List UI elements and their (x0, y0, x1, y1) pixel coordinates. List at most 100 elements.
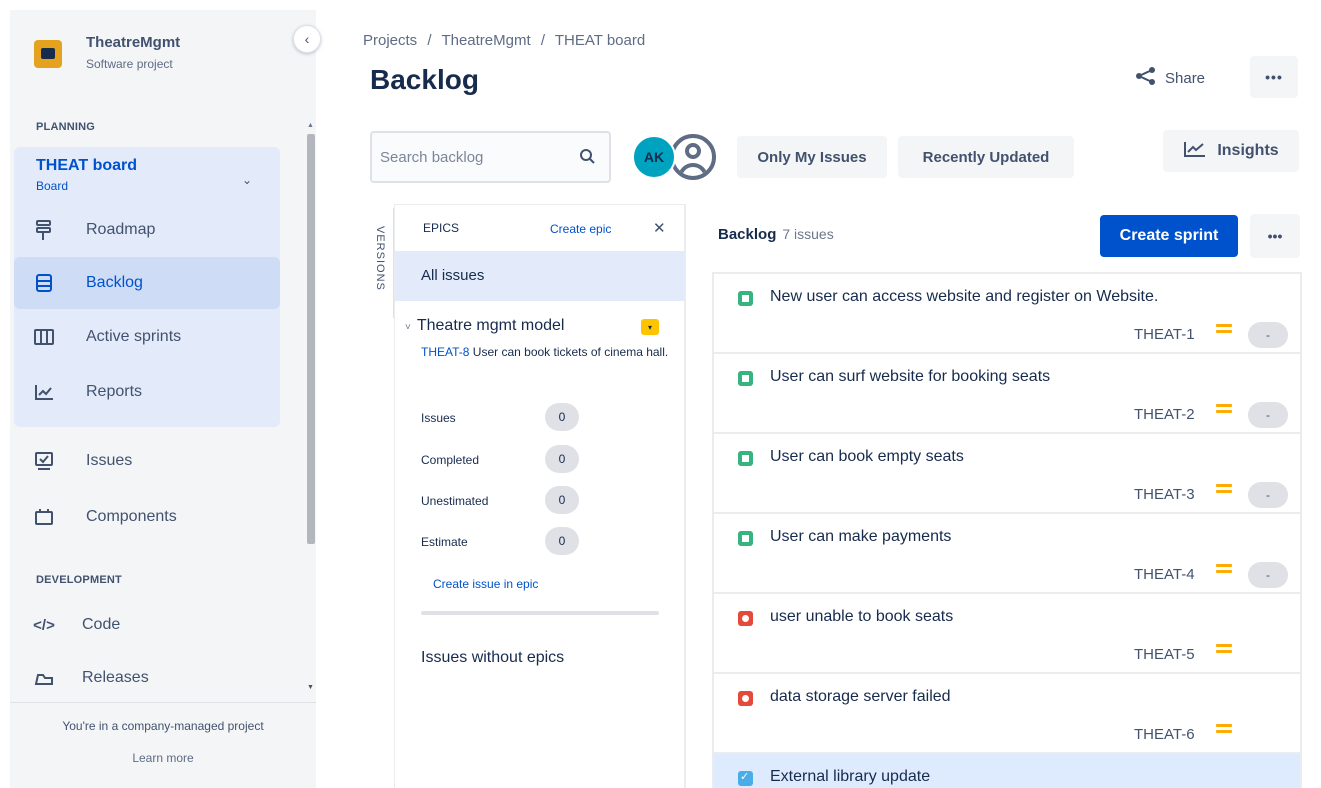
epic-name[interactable]: ˅ Theatre mgmt model (405, 317, 564, 335)
breadcrumb-separator: / (540, 32, 545, 49)
project-name: TheatreMgmt (86, 34, 181, 51)
create-sprint-button[interactable]: Create sprint (1100, 215, 1238, 257)
issue-key[interactable]: THEAT-6 (1134, 726, 1195, 743)
chevron-down-icon[interactable]: ⌄ (242, 173, 252, 187)
estimate-badge[interactable]: - (1248, 322, 1288, 348)
epic-color-icon[interactable]: ▾ (641, 319, 659, 335)
epic-stat-estimate: Estimate 0 (421, 527, 661, 557)
priority-medium-icon (1216, 640, 1232, 656)
list-item[interactable]: New user can access website and register… (712, 274, 1302, 354)
sidebar-item-issues[interactable]: Issues (14, 435, 280, 487)
epic-key[interactable]: THEAT-8 (421, 345, 469, 359)
sidebar-item-label: Roadmap (86, 221, 156, 238)
create-issue-in-epic-link[interactable]: Create issue in epic (433, 577, 538, 591)
list-item[interactable]: User can book empty seats THEAT-3 - (712, 434, 1302, 514)
backlog-icon (34, 273, 54, 293)
story-icon (738, 451, 753, 466)
epic-summary: User can book tickets of cinema hall. (472, 345, 669, 359)
sidebar-item-label: Reports (86, 383, 143, 400)
code-icon: </> (33, 616, 55, 634)
sidebar-item-code[interactable]: </> Code (14, 599, 280, 651)
recently-updated-filter[interactable]: Recently Updated (898, 136, 1074, 178)
issue-summary: New user can access website and register… (770, 288, 1159, 305)
sidebar-item-label: Issues (86, 452, 133, 469)
collapse-sidebar-button[interactable]: ‹ (293, 25, 321, 53)
issue-count: 7 issues (782, 226, 834, 242)
issue-summary: External library update (770, 768, 931, 785)
scrollbar-thumb[interactable] (307, 134, 315, 544)
epics-panel: EPICS Create epic ✕ All issues ˅ Theatre … (394, 204, 686, 788)
issue-summary: User can book empty seats (770, 448, 964, 465)
priority-medium-icon (1216, 560, 1232, 576)
backlog-more-button[interactable]: ••• (1250, 214, 1300, 258)
bug-icon (738, 611, 753, 626)
estimate-badge[interactable]: - (1248, 562, 1288, 588)
issue-key[interactable]: THEAT-5 (1134, 646, 1195, 663)
sidebar-item-active-sprints[interactable]: Active sprints (14, 311, 280, 363)
estimate-badge[interactable]: - (1248, 482, 1288, 508)
sidebar-item-components[interactable]: Components (14, 491, 280, 543)
list-item[interactable]: External library update (712, 754, 1302, 788)
all-issues-label: All issues (421, 267, 485, 284)
issue-key[interactable]: THEAT-3 (1134, 486, 1195, 503)
sidebar-item-label: Releases (82, 669, 149, 686)
list-item[interactable]: User can surf website for booking seats … (712, 354, 1302, 434)
insights-icon (1183, 140, 1207, 163)
divider (421, 611, 659, 615)
sidebar-item-backlog[interactable]: Backlog (14, 257, 280, 309)
search-backlog[interactable] (370, 131, 611, 183)
share-icon (1135, 66, 1157, 90)
priority-medium-icon (1216, 320, 1232, 336)
breadcrumb-projects[interactable]: Projects (363, 32, 417, 49)
estimate-badge[interactable]: - (1248, 402, 1288, 428)
search-input[interactable] (380, 148, 560, 166)
issue-key[interactable]: THEAT-2 (1134, 406, 1195, 423)
sidebar-item-reports[interactable]: Reports (14, 366, 280, 418)
priority-medium-icon (1216, 400, 1232, 416)
create-epic-link[interactable]: Create epic (550, 222, 611, 236)
epic-stat-completed: Completed 0 (421, 445, 661, 475)
scroll-down-icon[interactable]: ▼ (307, 684, 314, 691)
issue-key[interactable]: THEAT-4 (1134, 566, 1195, 583)
issues-without-epics-item[interactable]: Issues without epics (421, 649, 564, 667)
sidebar: TheatreMgmt Software project PLANNING TH… (10, 10, 316, 788)
sidebar-item-releases[interactable]: Releases (14, 652, 280, 704)
avatar[interactable]: AK (632, 135, 676, 179)
search-icon (579, 148, 595, 169)
issue-key[interactable]: THEAT-1 (1134, 326, 1195, 343)
stat-badge: 0 (545, 486, 579, 514)
list-item[interactable]: User can make payments THEAT-4 - (712, 514, 1302, 594)
epics-header: EPICS (423, 221, 460, 235)
learn-more-link[interactable]: Learn more (10, 751, 316, 765)
list-item[interactable]: user unable to book seats THEAT-5 (712, 594, 1302, 674)
breadcrumb: Projects / TheatreMgmt / THEAT board (363, 32, 645, 49)
issue-summary: User can surf website for booking seats (770, 368, 1051, 385)
insights-button[interactable]: Insights (1163, 130, 1299, 172)
list-item[interactable]: data storage server failed THEAT-6 (712, 674, 1302, 754)
sidebar-scrollbar[interactable]: ▲ ▼ (306, 122, 316, 702)
chevron-down-icon[interactable]: ˅ (405, 322, 411, 333)
sidebar-footer: You're in a company-managed project Lear… (10, 702, 316, 765)
stat-badge: 0 (545, 403, 579, 431)
sidebar-item-roadmap[interactable]: Roadmap (14, 204, 280, 256)
backlog-header: Backlog 7 issues (718, 226, 834, 243)
project-header[interactable]: TheatreMgmt Software project (34, 34, 180, 71)
close-icon[interactable]: ✕ (653, 219, 666, 237)
all-issues-item[interactable]: All issues (395, 251, 685, 301)
only-my-issues-filter[interactable]: Only My Issues (737, 136, 887, 178)
board-title: THEAT board (36, 157, 138, 174)
roadmap-icon (34, 220, 54, 240)
issue-summary: User can make payments (770, 528, 952, 545)
story-icon (738, 371, 753, 386)
board-selector[interactable]: THEAT board Board (36, 157, 137, 193)
board-subtitle: Board (36, 179, 69, 193)
versions-tab[interactable]: VERSIONS (370, 208, 394, 318)
breadcrumb-project[interactable]: TheatreMgmt (441, 32, 530, 49)
scroll-up-icon[interactable]: ▲ (307, 122, 314, 129)
share-button[interactable]: Share (1135, 62, 1205, 94)
epic-stat-issues: Issues 0 (421, 403, 661, 433)
unassigned-avatar-icon[interactable] (670, 134, 716, 180)
company-managed-note: You're in a company-managed project (62, 719, 264, 733)
breadcrumb-board[interactable]: THEAT board (555, 32, 645, 49)
more-actions-button[interactable]: ••• (1250, 56, 1298, 98)
